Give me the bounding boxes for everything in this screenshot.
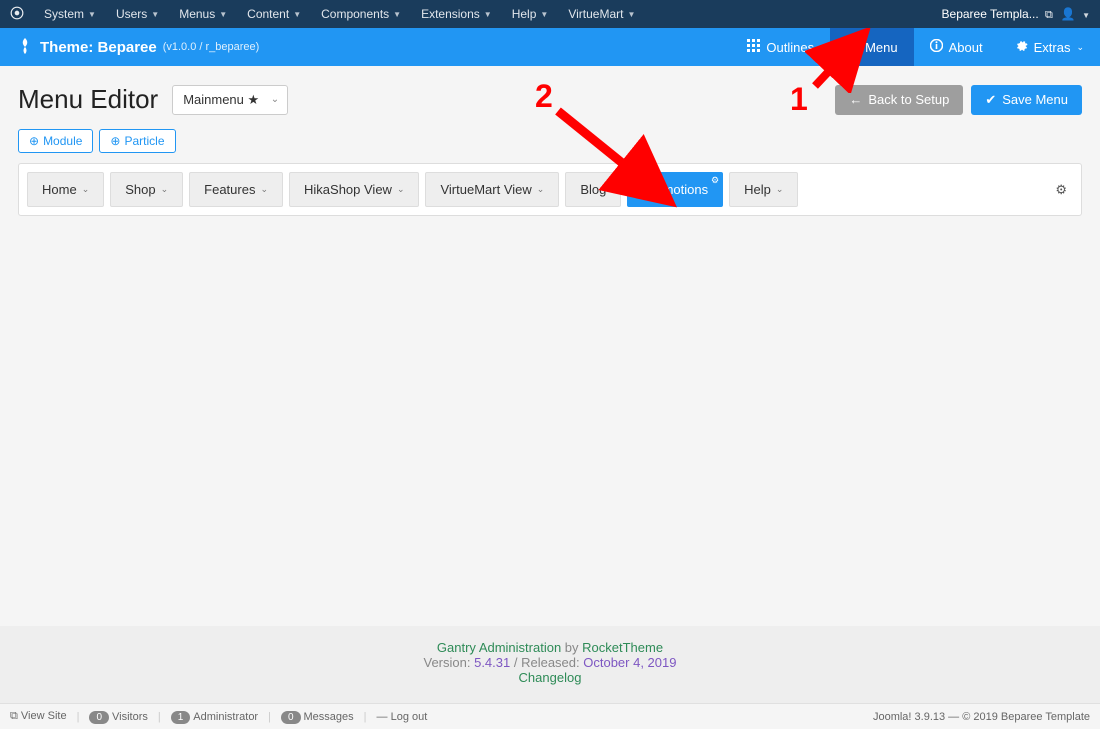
- chevron-down-icon: ⌄: [82, 184, 90, 195]
- release-date: October 4, 2019: [583, 655, 676, 670]
- messages-count[interactable]: 0Messages: [281, 711, 354, 723]
- chevron-down-icon: ⌄: [397, 184, 405, 195]
- plus-circle-icon: ⊕: [110, 134, 120, 148]
- menu-item-features[interactable]: Features⌄: [189, 172, 283, 207]
- chevron-down-icon: ⌄: [537, 184, 545, 195]
- plus-circle-icon: ⊕: [29, 134, 39, 148]
- admin-menu-content[interactable]: Content▼: [237, 0, 311, 28]
- annotation-arrow-1: [805, 28, 875, 93]
- template-link[interactable]: Beparee Templa... ⧉: [942, 7, 1053, 22]
- gantry-bar: Theme: Beparee (v1.0.0 / r_beparee) Outl…: [0, 28, 1100, 66]
- gear-icon: [1015, 39, 1028, 55]
- joomla-icon[interactable]: [10, 6, 24, 23]
- external-link-icon: ⧉: [10, 710, 18, 722]
- logout-link[interactable]: — Log out: [377, 711, 428, 723]
- menu-item-shop[interactable]: Shop⌄: [110, 172, 183, 207]
- admin-menu: System▼ Users▼ Menus▼ Content▼ Component…: [34, 0, 645, 28]
- module-button[interactable]: ⊕ Module: [18, 129, 93, 153]
- gantry-nav: Outlines Menu About Extras ⌄: [731, 28, 1100, 66]
- status-bar: ⧉ View Site | 0Visitors | 1Administrator…: [0, 703, 1100, 729]
- chevron-down-icon: ⌄: [1076, 42, 1084, 53]
- admin-right: Beparee Templa... ⧉ 👤 ▼: [942, 7, 1090, 22]
- admin-menu-components[interactable]: Components▼: [311, 0, 411, 28]
- menu-item-help[interactable]: Help⌄: [729, 172, 798, 207]
- external-link-icon: ⧉: [1045, 9, 1053, 21]
- grid-icon: [747, 39, 760, 55]
- menu-item-home[interactable]: Home⌄: [27, 172, 104, 207]
- admin-menu-help[interactable]: Help▼: [502, 0, 559, 28]
- info-icon: [930, 39, 943, 55]
- gantry-admin-link[interactable]: Gantry Administration: [437, 640, 561, 655]
- user-icon[interactable]: 👤 ▼: [1061, 7, 1090, 21]
- rockettheme-link[interactable]: RocketTheme: [582, 640, 663, 655]
- chevron-down-icon: ⌄: [776, 184, 784, 195]
- menu-item-hikashop-view[interactable]: HikaShop View⌄: [289, 172, 419, 207]
- view-site-link[interactable]: ⧉ View Site: [10, 710, 67, 723]
- chevron-down-icon: ⌄: [161, 184, 169, 195]
- menu-settings-icon[interactable]: ⚙: [1055, 182, 1073, 198]
- version-number: 5.4.31: [474, 655, 510, 670]
- check-icon: ✔: [985, 92, 996, 108]
- admin-menu-virtuemart[interactable]: VirtueMart▼: [558, 0, 645, 28]
- particle-button[interactable]: ⊕ Particle: [99, 129, 175, 153]
- admin-menu-menus[interactable]: Menus▼: [169, 0, 237, 28]
- page-title: Menu Editor: [18, 84, 158, 115]
- chevron-down-icon: ⌄: [260, 184, 268, 195]
- nav-extras[interactable]: Extras ⌄: [999, 28, 1100, 66]
- admin-bar: System▼ Users▼ Menus▼ Content▼ Component…: [0, 0, 1100, 28]
- menu-item-virtuemart-view[interactable]: VirtueMart View⌄: [425, 172, 559, 207]
- content: Menu Editor Mainmenu ★ ⌄ ← Back to Setup…: [0, 66, 1100, 626]
- save-menu-button[interactable]: ✔ Save Menu: [971, 85, 1082, 115]
- credits: Gantry Administration by RocketTheme Ver…: [0, 626, 1100, 703]
- chevron-down-icon: ⌄: [271, 94, 279, 105]
- admin-menu-system[interactable]: System▼: [34, 0, 106, 28]
- nav-about[interactable]: About: [914, 28, 999, 66]
- status-right: Joomla! 3.9.13 — © 2019 Beparee Template: [873, 711, 1090, 723]
- theme-version: (v1.0.0 / r_beparee): [163, 41, 260, 53]
- admin-menu-users[interactable]: Users▼: [106, 0, 169, 28]
- annotation-arrow-2: [548, 101, 688, 211]
- menu-select[interactable]: Mainmenu ★ ⌄: [172, 85, 288, 115]
- admin-count[interactable]: 1Administrator: [171, 711, 258, 723]
- arrow-left-icon: ←: [849, 92, 862, 107]
- changelog-link[interactable]: Changelog: [519, 670, 582, 685]
- theme-title: Theme: Beparee: [40, 39, 157, 56]
- gantry-logo-icon: [18, 38, 32, 57]
- gear-icon[interactable]: ⚙: [711, 175, 719, 186]
- visitors-count[interactable]: 0Visitors: [89, 711, 147, 723]
- admin-menu-extensions[interactable]: Extensions▼: [411, 0, 502, 28]
